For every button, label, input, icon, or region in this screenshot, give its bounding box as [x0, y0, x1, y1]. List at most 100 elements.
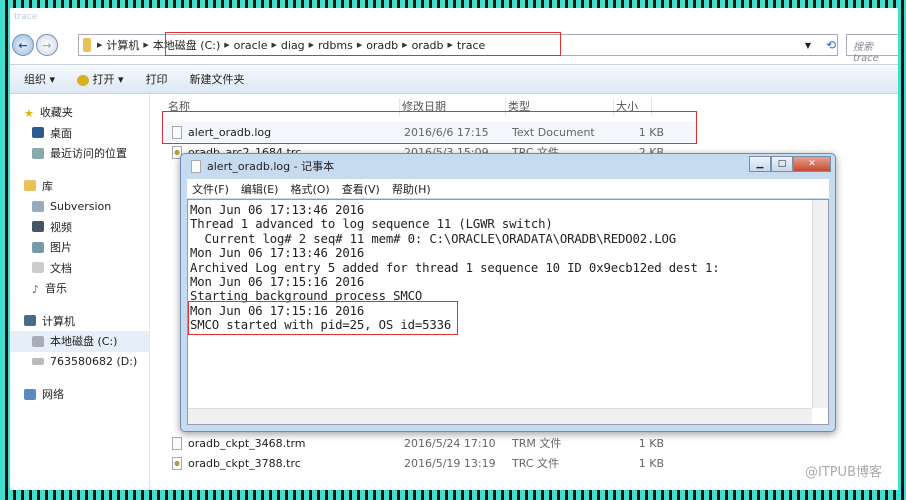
picture-icon [32, 241, 44, 253]
chevron-right-icon: ▶ [271, 41, 277, 49]
maximize-button[interactable]: □ [771, 156, 793, 172]
log-line: Starting background process SMCO [190, 289, 423, 304]
column-header-size[interactable]: 大小 [614, 98, 652, 116]
sidebar-label: 音乐 [45, 282, 68, 296]
sidebar-label: 本地磁盘 (C:) [50, 335, 118, 349]
forward-button[interactable]: → [36, 34, 58, 56]
address-bar-row: ← → ▶ 计算机 ▶ 本地磁盘 (C:) ▶ oracle ▶ diag ▶ rdbms… [10, 33, 898, 64]
file-size: 1 KB [638, 456, 664, 470]
file-row[interactable]: oradb_ckpt_3468.trm 2016/5/24 17:10 TRM 文件… [166, 433, 696, 453]
open-button[interactable]: 打开 ▾ [77, 71, 124, 87]
log-line: Archived Log entry 5 added for thread 1 … [190, 260, 720, 275]
sidebar-item-drive-d[interactable]: 763580682 (D:) [10, 352, 149, 373]
vertical-scrollbar[interactable] [812, 200, 828, 408]
log-line: Mon Jun 06 17:13:46 2016 [190, 246, 365, 261]
trc-file-icon [172, 456, 182, 470]
watermark: @ITPUB博客 [804, 465, 882, 480]
chevron-right-icon: ▶ [402, 41, 408, 49]
library-icon [24, 180, 36, 192]
breadcrumb-item[interactable]: oradb [366, 39, 398, 52]
log-line: Mon Jun 06 17:15:16 2016 [190, 275, 365, 290]
notepad-menubar: 文件(F) 编辑(E) 格式(O) 查看(V) 帮助(H) [187, 179, 829, 198]
horizontal-scrollbar[interactable] [188, 408, 812, 424]
sidebar-item-desktop[interactable]: 桌面 [10, 123, 149, 144]
menu-format[interactable]: 格式(O) [290, 181, 329, 197]
star-icon: ★ [24, 106, 34, 120]
chevron-right-icon: ▶ [143, 41, 149, 49]
menu-edit[interactable]: 编辑(E) [241, 181, 279, 197]
new-folder-button[interactable]: 新建文件夹 [190, 71, 245, 87]
menu-view[interactable]: 查看(V) [342, 181, 380, 197]
log-line: Thread 1 advanced to log sequence 11 (LG… [190, 217, 553, 232]
column-header-type[interactable]: 类型 [506, 98, 614, 116]
sidebar-label: 视频 [50, 220, 72, 234]
sidebar-item-libraries[interactable]: 库 [10, 176, 149, 197]
log-line: Current log# 2 seq# 11 mem# 0: C:\ORACLE… [190, 231, 677, 246]
desktop-icon [32, 127, 44, 139]
sidebar-item-network[interactable]: 网络 [10, 384, 149, 405]
video-icon [32, 221, 44, 233]
sidebar-label: 计算机 [42, 314, 75, 328]
music-icon: ♪ [32, 282, 40, 296]
back-button[interactable]: ← [12, 34, 34, 56]
breadcrumb-item[interactable]: diag [281, 39, 305, 52]
file-size: 1 KB [638, 436, 664, 450]
window-controls: ▁ □ ✕ [749, 156, 831, 172]
open-icon [77, 74, 90, 86]
file-type: TRM 文件 [512, 437, 562, 450]
sidebar-item-subversion[interactable]: Subversion [10, 196, 149, 217]
sidebar-item-local-disk[interactable]: 本地磁盘 (C:) [10, 331, 149, 352]
sidebar-item-music[interactable]: ♪ 音乐 [10, 278, 149, 299]
file-icon [172, 436, 182, 450]
notepad-window: alert_oradb.log - 记事本 ▁ □ ✕ 文件(F) 编辑(E) … [180, 153, 836, 432]
sidebar-label: 763580682 (D:) [50, 355, 138, 369]
breadcrumb-item[interactable]: 本地磁盘 (C:) [153, 37, 220, 53]
open-label: 打开 ▾ [92, 73, 124, 86]
menu-file[interactable]: 文件(F) [192, 181, 229, 197]
sidebar-item-documents[interactable]: 文档 [10, 258, 149, 279]
organize-button[interactable]: 组织 ▾ [24, 71, 55, 87]
network-icon [24, 388, 36, 400]
file-date: 2016/5/19 13:19 [404, 456, 496, 470]
column-header-date[interactable]: 修改日期 [400, 98, 506, 116]
sidebar-item-recent[interactable]: 最近访问的位置 [10, 143, 149, 164]
file-row[interactable]: oradb_ckpt_3788.trc 2016/5/19 13:19 TRC 文件… [166, 453, 696, 473]
dropdown-arrow-icon[interactable]: ▼ [805, 41, 811, 50]
sidebar-item-favorites[interactable]: ★ 收藏夹 [10, 102, 149, 123]
explorer-window: trace ← → ▶ 计算机 ▶ 本地磁盘 (C:) ▶ oracle ▶ diag … [10, 8, 898, 490]
sidebar-item-pictures[interactable]: 图片 [10, 237, 149, 258]
address-bar[interactable]: ▶ 计算机 ▶ 本地磁盘 (C:) ▶ oracle ▶ diag ▶ rdbms ▶ or… [78, 34, 838, 56]
file-size: 1 KB [638, 125, 664, 139]
breadcrumb-item[interactable]: 计算机 [106, 37, 139, 53]
chevron-right-icon: ▶ [308, 41, 315, 49]
breadcrumb-item[interactable]: trace [457, 39, 485, 52]
sidebar-label: 桌面 [50, 126, 72, 140]
document-icon [32, 262, 44, 274]
file-type: Text Document [512, 125, 595, 139]
file-name: oradb_ckpt_3788.trc [188, 456, 301, 470]
refresh-icon[interactable]: ⟲ [826, 38, 836, 52]
sidebar-label: 最近访问的位置 [50, 147, 127, 161]
minimize-button[interactable]: ▁ [749, 156, 771, 172]
column-header-name[interactable]: 名称 [166, 98, 400, 116]
close-button[interactable]: ✕ [793, 156, 831, 172]
sidebar-label: 库 [42, 179, 53, 193]
notepad-titlebar[interactable]: alert_oradb.log - 记事本 [181, 154, 835, 178]
breadcrumb-item[interactable]: oracle [234, 39, 268, 52]
folder-icon [83, 38, 91, 52]
chevron-right-icon: ▶ [356, 41, 363, 49]
log-text: Mon Jun 06 17:13:46 2016 Thread 1 advance… [190, 203, 720, 333]
breadcrumb-item[interactable]: rdbms [318, 39, 353, 52]
sidebar-item-computer[interactable]: 计算机 [10, 311, 149, 332]
menu-help[interactable]: 帮助(H) [392, 181, 431, 197]
file-row[interactable]: alert_oradb.log 2016/6/6 17:15 Text Docume… [166, 122, 696, 142]
sidebar: ★ 收藏夹 桌面 最近访问的位置 库 Subversion 视频 图片 文档 ♪ 音… [10, 94, 150, 490]
window-title: trace [14, 12, 38, 22]
search-input[interactable]: 搜索 trace [846, 34, 898, 64]
breadcrumb-item[interactable]: oradb [412, 39, 444, 52]
sidebar-item-videos[interactable]: 视频 [10, 217, 149, 238]
print-button[interactable]: 打印 [146, 71, 168, 87]
notepad-text-area[interactable]: Mon Jun 06 17:13:46 2016 Thread 1 advance… [187, 199, 829, 425]
drive-icon [32, 335, 44, 347]
sidebar-label: Subversion [50, 199, 112, 213]
